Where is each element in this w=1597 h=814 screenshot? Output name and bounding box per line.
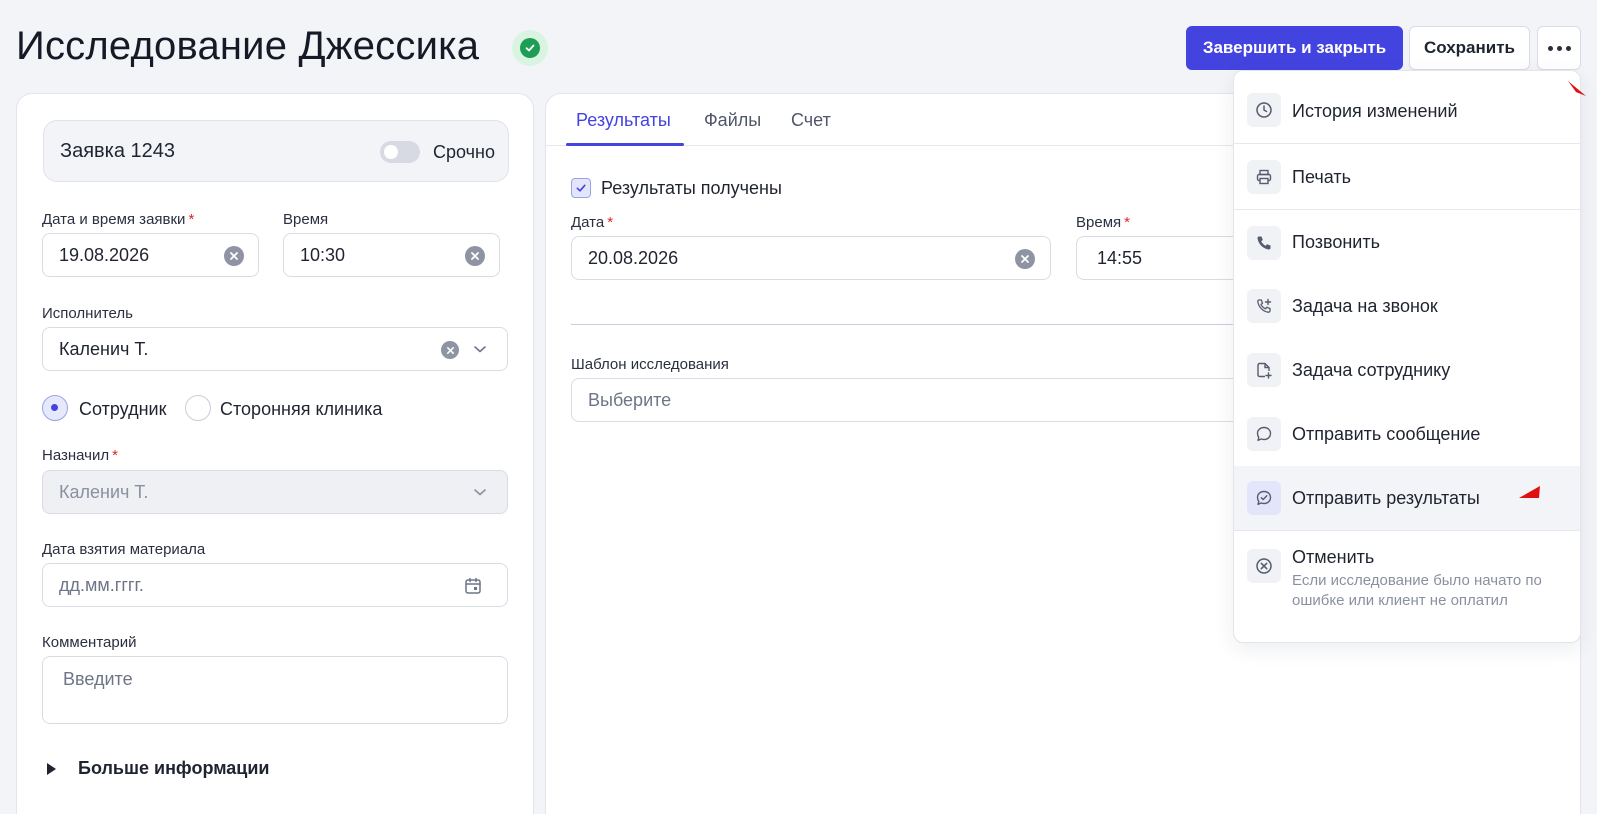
actions-menu: История изменений Печать Позвонить Задач…: [1233, 70, 1581, 643]
tab-invoice[interactable]: Счет: [791, 110, 831, 131]
complete-and-close-button[interactable]: Завершить и закрыть: [1186, 26, 1403, 70]
radio-third-party-clinic[interactable]: [185, 395, 211, 421]
cancel-icon: [1247, 549, 1281, 583]
more-dots-icon: [1547, 45, 1571, 51]
result-time-label: Время *: [1076, 214, 1130, 231]
page-title: Исследование Джессика: [16, 24, 480, 68]
date-label: Дата и время заявки *: [42, 211, 195, 228]
results-received-label: Результаты получены: [601, 178, 782, 198]
template-label: Шаблон исследования: [571, 356, 729, 373]
result-date-input[interactable]: 20.08.2026: [571, 236, 1051, 280]
pointer-marker-icon: [1568, 81, 1586, 96]
tab-results[interactable]: Результаты: [576, 110, 671, 131]
file-plus-icon: [1247, 353, 1281, 387]
message-check-icon: [1247, 481, 1281, 515]
status-badge: [512, 30, 548, 66]
clear-icon[interactable]: [224, 246, 244, 266]
result-date-value: 20.08.2026: [588, 247, 679, 268]
menu-item-label: Задача на звонок: [1292, 296, 1438, 316]
request-date-input[interactable]: 19.08.2026: [42, 233, 259, 277]
menu-item-description: Если исследование было начато по ошибке …: [1292, 572, 1542, 609]
menu-item-label: Отправить сообщение: [1292, 424, 1481, 444]
clock-icon: [1247, 93, 1281, 127]
request-details-card: Заявка 1243 Срочно Дата и время заявки * …: [16, 93, 534, 814]
assigned-label: Назначил *: [42, 447, 118, 464]
comment-textarea[interactable]: Введите: [42, 656, 508, 724]
more-actions-button[interactable]: [1537, 26, 1581, 70]
clear-icon[interactable]: [465, 246, 485, 266]
printer-icon: [1247, 160, 1281, 194]
pointer-marker-icon: [1519, 486, 1540, 498]
menu-item-call-task[interactable]: Задача на звонок: [1234, 274, 1580, 338]
menu-item-label: Отменить: [1292, 547, 1375, 567]
menu-item-employee-task[interactable]: Задача сотруднику: [1234, 338, 1580, 402]
comment-placeholder: Введите: [63, 669, 133, 689]
clear-icon[interactable]: [441, 341, 459, 359]
menu-item-label: Задача сотруднику: [1292, 360, 1451, 380]
menu-item-cancel[interactable]: Отменить Если исследование было начато п…: [1234, 531, 1580, 641]
caret-right-icon: [47, 762, 56, 775]
calendar-icon[interactable]: [463, 576, 483, 596]
menu-item-send-message[interactable]: Отправить сообщение: [1234, 402, 1580, 466]
more-info-label: Больше информации: [78, 758, 270, 778]
message-icon: [1247, 417, 1281, 451]
chevron-down-icon: [474, 346, 486, 353]
time-label: Время: [283, 211, 329, 228]
material-date-label: Дата взятия материала: [42, 541, 206, 558]
assigned-value: Каленич Т.: [59, 481, 149, 502]
radio-employee[interactable]: [42, 395, 68, 421]
executor-value: Каленич Т.: [59, 338, 149, 359]
active-tab-indicator: [566, 143, 684, 146]
urgent-label: Срочно: [433, 142, 495, 162]
chevron-down-icon: [474, 489, 486, 496]
request-header: Заявка 1243 Срочно: [43, 120, 509, 182]
request-date-value: 19.08.2026: [59, 244, 150, 265]
menu-item-call[interactable]: Позвонить: [1234, 210, 1580, 274]
radio-clinic-label: Сторонняя клиника: [220, 399, 383, 419]
result-time-value: 14:55: [1097, 247, 1143, 268]
menu-item-label: Отправить результаты: [1292, 488, 1480, 508]
material-date-input[interactable]: дд.мм.гггг.: [42, 563, 508, 607]
urgent-toggle[interactable]: [380, 141, 420, 163]
request-time-input[interactable]: 10:30: [283, 233, 500, 277]
executor-label: Исполнитель: [42, 305, 133, 322]
assigned-by-select: Каленич Т.: [42, 470, 508, 514]
phone-plus-icon: [1247, 289, 1281, 323]
phone-icon: [1247, 226, 1281, 260]
check-icon: [520, 38, 540, 58]
executor-select[interactable]: Каленич Т.: [42, 327, 508, 371]
comment-label: Комментарий: [42, 634, 137, 651]
request-title: Заявка 1243: [60, 140, 176, 162]
menu-item-label: Печать: [1292, 167, 1351, 187]
radio-employee-label: Сотрудник: [79, 399, 167, 419]
results-received-checkbox[interactable]: [571, 178, 591, 198]
checkmark-icon: [576, 184, 586, 192]
menu-item-print[interactable]: Печать: [1234, 144, 1580, 209]
clear-icon[interactable]: [1015, 249, 1035, 269]
template-placeholder: Выберите: [588, 389, 672, 410]
menu-item-label: История изменений: [1292, 101, 1458, 121]
menu-item-label: Позвонить: [1292, 232, 1380, 252]
more-info-toggle[interactable]: Больше информации: [47, 758, 270, 779]
result-date-label: Дата *: [571, 214, 614, 231]
request-time-value: 10:30: [300, 244, 346, 265]
material-date-placeholder: дд.мм.гггг.: [59, 574, 144, 595]
save-button[interactable]: Сохранить: [1409, 26, 1530, 70]
tab-files[interactable]: Файлы: [704, 110, 761, 131]
menu-item-history[interactable]: История изменений: [1234, 71, 1580, 143]
